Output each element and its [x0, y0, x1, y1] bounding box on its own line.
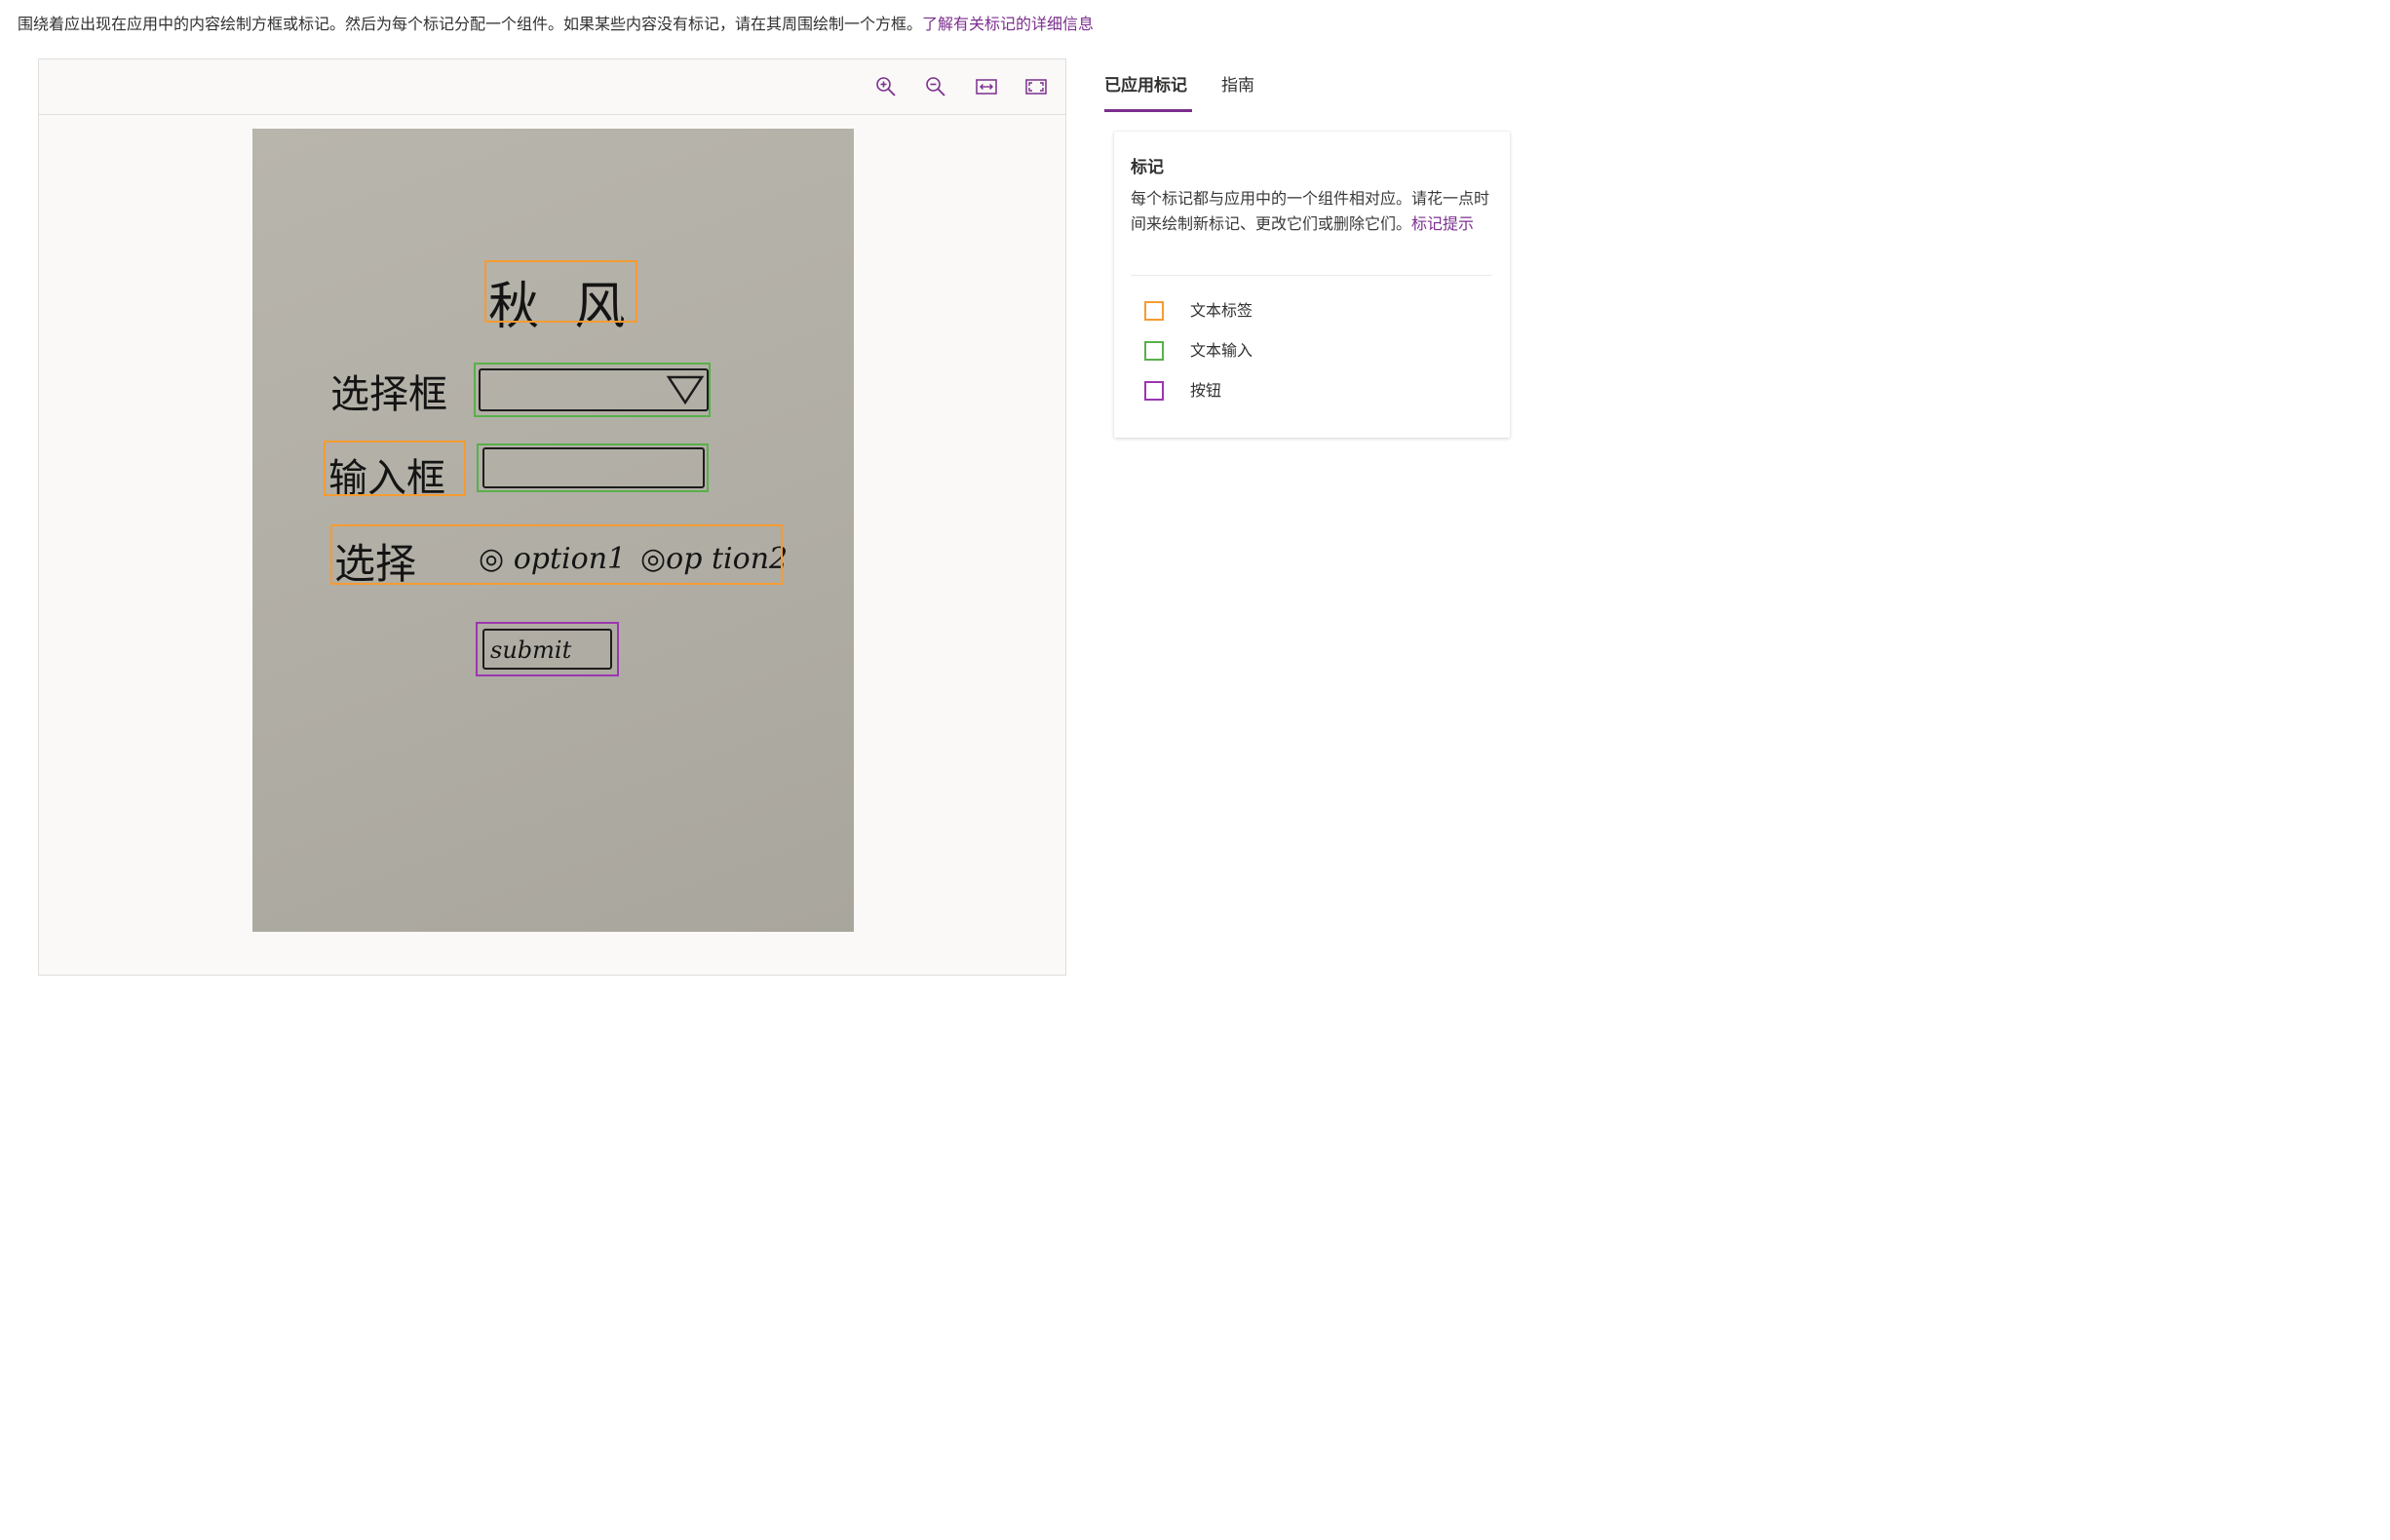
legend-label: 文本输入 — [1190, 341, 1253, 360]
sketch-select-label: 选择框 — [330, 372, 447, 417]
legend-label: 按钮 — [1190, 381, 1222, 400]
legend-label: 文本标签 — [1190, 301, 1253, 320]
tags-panel: 标记 每个标记都与应用中的一个组件相对应。请花一点时间来绘制新标记、更改它们或删… — [1114, 132, 1510, 438]
fit-width-icon — [976, 79, 997, 95]
panel-title: 标记 — [1131, 158, 1164, 177]
zoom-in-button[interactable] — [872, 73, 900, 100]
canvas-toolbar — [39, 59, 1065, 115]
tag-box-radio-group[interactable] — [330, 524, 783, 585]
text-label-swatch-icon — [1144, 301, 1164, 321]
zoom-out-icon — [926, 77, 945, 96]
tag-hints-link[interactable]: 标记提示 — [1411, 214, 1474, 233]
fit-screen-button[interactable] — [1022, 73, 1050, 100]
zoom-out-button[interactable] — [922, 73, 949, 100]
panel-description: 每个标记都与应用中的一个组件相对应。请花一点时间来绘制新标记、更改它们或删除它们… — [1131, 186, 1491, 237]
tag-box-input-label[interactable] — [324, 441, 466, 496]
tag-box-submit[interactable] — [476, 622, 619, 676]
active-tab-indicator — [1104, 109, 1192, 112]
tag-box-dropdown[interactable] — [474, 363, 711, 417]
learn-more-link[interactable]: 了解有关标记的详细信息 — [922, 15, 1094, 33]
instruction-text: 围绕着应出现在应用中的内容绘制方框或标记。然后为每个标记分配一个组件。如果某些内… — [18, 14, 1094, 35]
fit-screen-icon — [1025, 79, 1047, 95]
image-canvas: 秋 风 选择框 输入框 选择 ◎ option1 ◎op tion2 submi… — [38, 58, 1066, 976]
sketch-photo: 秋 风 选择框 输入框 选择 ◎ option1 ◎op tion2 submi… — [252, 129, 854, 932]
fit-width-button[interactable] — [973, 73, 1000, 100]
tab-applied-tags[interactable]: 已应用标记 — [1104, 74, 1187, 97]
panel-divider — [1131, 275, 1492, 276]
button-swatch-icon — [1144, 381, 1164, 401]
instruction-body: 围绕着应出现在应用中的内容绘制方框或标记。然后为每个标记分配一个组件。如果某些内… — [18, 15, 923, 33]
tag-box-title[interactable] — [484, 260, 637, 323]
tag-box-input[interactable] — [477, 443, 709, 492]
zoom-in-icon — [876, 77, 896, 96]
tab-guide[interactable]: 指南 — [1221, 74, 1254, 97]
text-input-swatch-icon — [1144, 341, 1164, 361]
